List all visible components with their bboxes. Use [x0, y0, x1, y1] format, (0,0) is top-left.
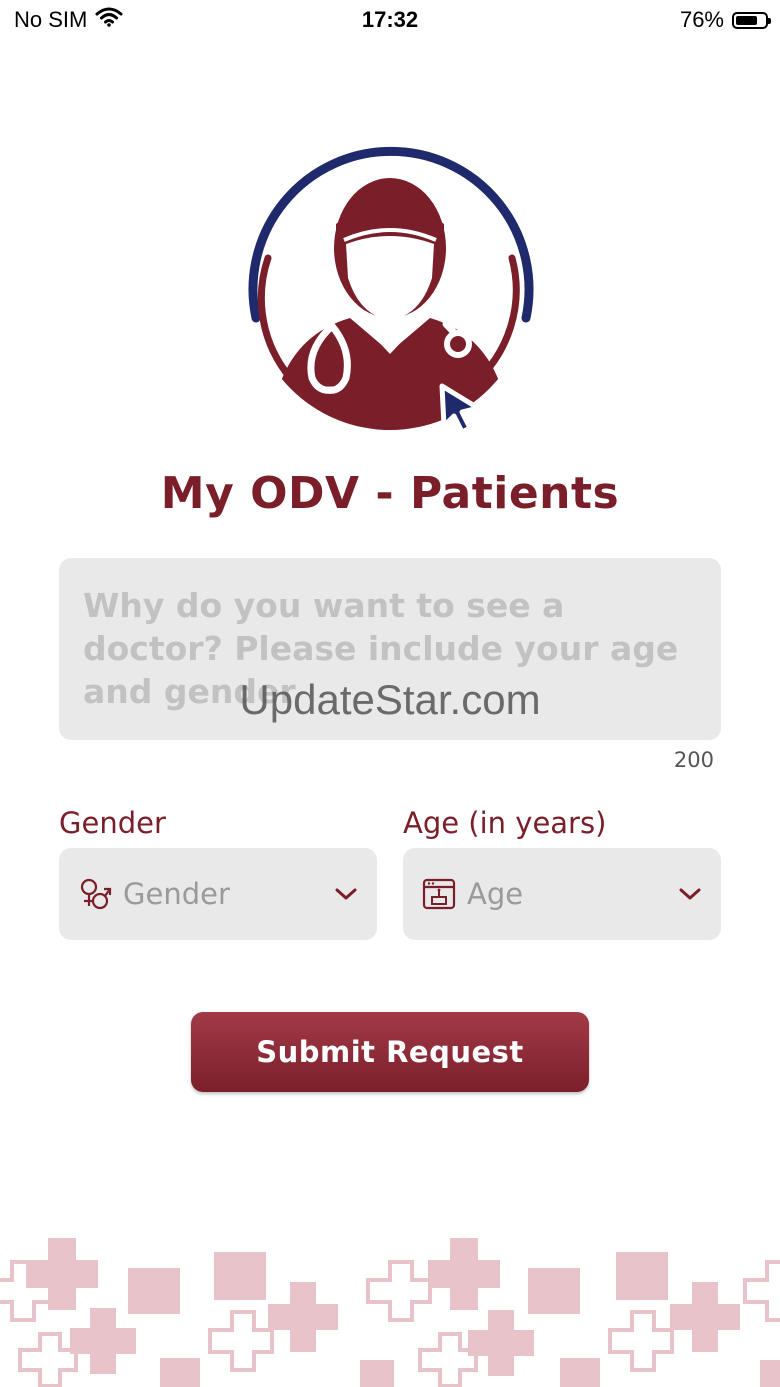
chevron-down-icon — [333, 881, 359, 907]
status-bar: No SIM 17:32 76% — [0, 0, 780, 40]
status-time: 17:32 — [361, 7, 419, 32]
character-count: 200 — [673, 748, 714, 772]
age-select-value: Age — [467, 877, 524, 911]
battery-percent: 76% — [679, 7, 724, 32]
gender-label: Gender — [59, 806, 166, 840]
age-label: Age (in years) — [403, 806, 607, 840]
status-right: 76% — [679, 7, 771, 33]
age-select[interactable]: Age — [403, 848, 721, 940]
reason-placeholder: Why do you want to see a doctor? Please … — [83, 586, 679, 711]
medical-cross-pattern — [0, 1230, 780, 1387]
gender-select[interactable]: Gender — [59, 848, 377, 940]
doctor-logo-icon — [240, 140, 540, 440]
gender-select-value: Gender — [123, 877, 230, 911]
birthday-cake-icon — [421, 876, 457, 912]
reason-textarea[interactable]: Why do you want to see a doctor? Please … — [59, 558, 721, 740]
app-title: My ODV - Patients — [160, 468, 620, 519]
patient-request-screen: No SIM 17:32 76% My ODV - Patients Why d… — [0, 0, 780, 1387]
chevron-down-icon — [677, 881, 703, 907]
battery-icon — [732, 11, 771, 29]
submit-request-button[interactable]: Submit Request — [191, 1012, 589, 1092]
gender-icon — [77, 876, 113, 912]
battery-cap — [768, 17, 771, 24]
battery-fill — [736, 15, 757, 25]
